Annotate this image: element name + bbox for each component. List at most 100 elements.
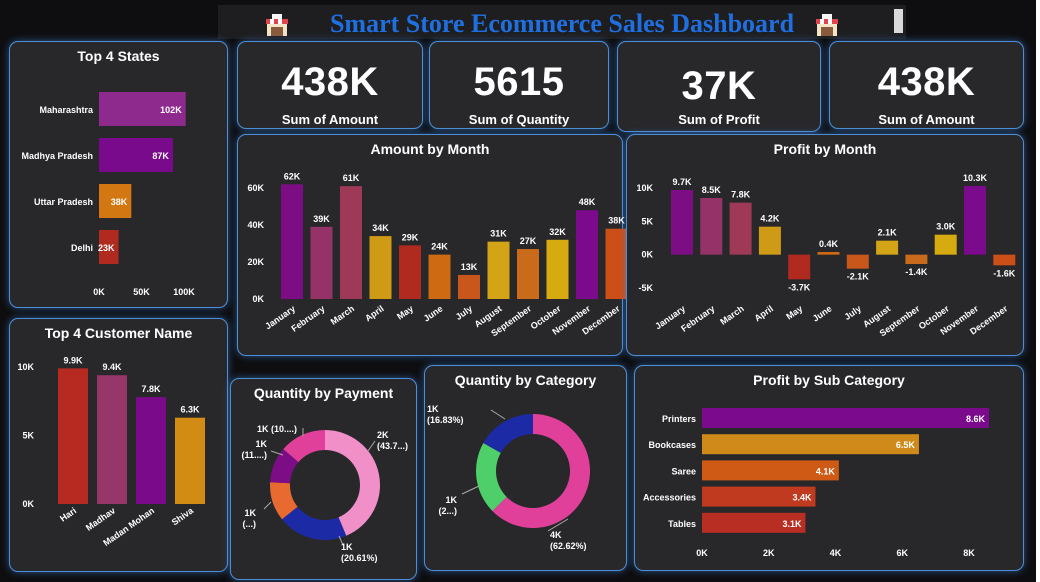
card-qty-category[interactable]: Quantity by Category 4K (62.62%) 1K (2...) 1… xyxy=(424,365,627,571)
bar xyxy=(964,186,986,255)
kpi-card-amount[interactable]: 438K Sum of Amount xyxy=(237,41,423,129)
tick-label: 50K xyxy=(133,287,150,297)
data-label: 61K xyxy=(343,173,360,183)
data-label: 2.1K xyxy=(878,228,898,238)
card-top-states[interactable]: Top 4 States Maharashtra 102K Madhya Prade… xyxy=(9,41,228,308)
bar xyxy=(788,254,811,280)
bar xyxy=(702,408,990,428)
tick-label: 100K xyxy=(173,287,195,297)
leader-line xyxy=(367,440,376,452)
bar xyxy=(428,254,451,299)
tick-label: 0K xyxy=(641,250,653,260)
card-profit-subcategory[interactable]: Profit by Sub Category Printers 8.6K Bookc… xyxy=(634,365,1024,571)
data-label: -2.1K xyxy=(847,272,870,282)
data-label: 8.5K xyxy=(702,185,722,195)
bar xyxy=(97,375,127,504)
tick-label: 2K xyxy=(763,548,775,558)
data-label: 1K (10....) xyxy=(257,424,297,434)
tick-label: 10K xyxy=(17,362,34,372)
bar xyxy=(846,254,869,269)
data-label: 6.5K xyxy=(896,440,916,450)
bar xyxy=(700,198,723,255)
tick-label: 60K xyxy=(247,183,264,193)
kpi-value: 438K xyxy=(877,60,976,104)
tick-label: 8K xyxy=(963,548,975,558)
category-label: May xyxy=(784,303,804,321)
kpi-card-amount-2[interactable]: 438K Sum of Amount xyxy=(829,41,1024,129)
profit-by-month-chart: -5K0K5K10K9.7KJanuary8.5KFebruary7.8KMar… xyxy=(636,173,1016,338)
kpi-value: 5615 xyxy=(473,60,565,104)
category-label: Accessories xyxy=(643,493,696,503)
leader-line xyxy=(461,485,480,495)
bar xyxy=(934,234,957,255)
title-bar: Smart Store Ecommerce Sales Dashboard xyxy=(218,5,906,39)
bar xyxy=(517,249,539,299)
bar xyxy=(458,274,480,299)
quantity-by-category-chart: 4K(62.62%)1K(2...)1K(16.83%) xyxy=(427,404,590,551)
tick-label: 40K xyxy=(247,220,264,230)
quantity-by-payment-chart: 2K(43.7...)1K(20.61%)1K(...)1K(11....)1K… xyxy=(241,424,408,563)
category-label: February xyxy=(679,303,716,333)
category-label: Delhi xyxy=(71,243,93,253)
bar xyxy=(576,210,598,299)
category-label: June xyxy=(811,303,834,323)
data-label: (62.62%) xyxy=(550,541,587,551)
kpi-card-quantity[interactable]: 5615 Sum of Quantity xyxy=(429,41,609,129)
data-label: 3.1K xyxy=(782,519,802,529)
leader-line xyxy=(263,501,272,510)
data-label: 38K xyxy=(111,197,128,207)
category-label: Bookcases xyxy=(648,440,696,450)
kpi-value: 37K xyxy=(681,64,757,108)
card-qty-payment[interactable]: Quantity by Payment 2K (43.7...) 1K (20.61%… xyxy=(230,378,417,580)
card-amount-month[interactable]: Amount by Month 0K 20K 40K 60K 62K January 39K… xyxy=(237,134,628,356)
tick-label: 4K xyxy=(830,548,842,558)
data-label: 1K xyxy=(244,508,256,518)
category-label: Printers xyxy=(662,414,696,424)
data-label: 38K xyxy=(608,216,625,226)
top-states-chart: Maharashtra 102K Madhya Pradesh 87K Uttar Pr… xyxy=(21,92,195,297)
scroll-handle[interactable] xyxy=(894,9,903,33)
bar xyxy=(310,226,333,299)
data-label: 39K xyxy=(313,214,330,224)
kpi-label: Sum of Profit xyxy=(678,112,760,127)
category-label: Tables xyxy=(668,519,696,529)
data-label: 48K xyxy=(579,197,596,207)
card-profit-month[interactable]: Profit by Month -5K 0K 5K 10K 9.7K January 8.5… xyxy=(626,134,1024,356)
bar xyxy=(671,190,693,255)
data-label: 0.4K xyxy=(819,239,839,249)
data-label: 29K xyxy=(402,232,419,242)
kpi-label: Sum of Amount xyxy=(281,112,379,127)
data-label: 1K xyxy=(341,542,353,552)
bar xyxy=(993,254,1016,266)
data-label: 6.3K xyxy=(180,405,200,415)
category-label: February xyxy=(289,303,326,333)
leader-line xyxy=(490,409,506,420)
data-label: 7.8K xyxy=(731,190,751,200)
bar xyxy=(876,240,899,255)
data-label: 1K xyxy=(255,439,267,449)
tick-label: 6K xyxy=(896,548,908,558)
tick-label: 20K xyxy=(247,257,264,267)
shop-icon xyxy=(816,14,838,36)
kpi-label: Sum of Amount xyxy=(878,112,975,127)
data-label: 102K xyxy=(160,105,182,115)
data-label: (43.7...) xyxy=(377,441,408,451)
bar xyxy=(58,368,88,504)
data-label: 9.4K xyxy=(102,362,122,372)
data-label: 34K xyxy=(372,223,389,233)
bar xyxy=(136,397,166,504)
data-label: 9.7K xyxy=(672,177,692,187)
data-label: 13K xyxy=(461,262,478,272)
category-label: Hari xyxy=(58,505,78,523)
data-label: 4.2K xyxy=(760,214,780,224)
tick-label: 5K xyxy=(22,431,34,441)
category-label: July xyxy=(454,303,474,322)
bar xyxy=(905,254,928,264)
kpi-card-profit[interactable]: 37K Sum of Profit xyxy=(617,41,821,132)
data-label: 4.1K xyxy=(816,466,836,476)
category-label: April xyxy=(363,303,386,323)
category-label: March xyxy=(329,303,356,326)
card-top-customers[interactable]: Top 4 Customer Name 0K 5K 10K 9.9K Hari 9.4K M… xyxy=(9,318,228,572)
category-label: May xyxy=(395,303,415,321)
dashboard-title: Smart Store Ecommerce Sales Dashboard xyxy=(329,9,795,38)
